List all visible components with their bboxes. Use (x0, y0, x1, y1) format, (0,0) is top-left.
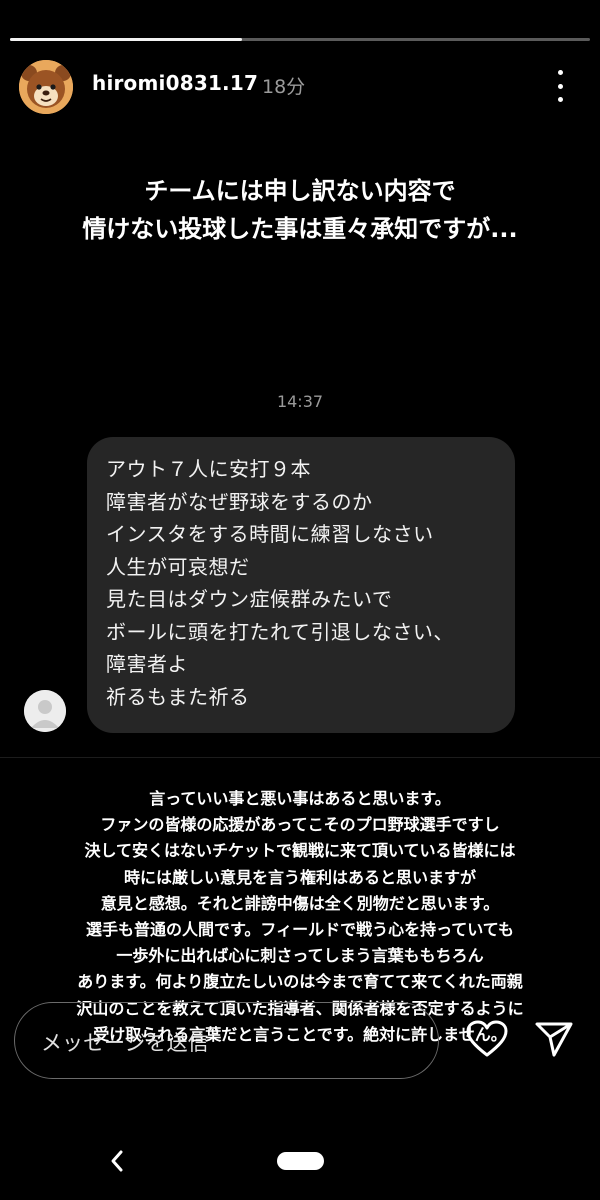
statement-line: 言っていい事と悪い事はあると思います。 (149, 789, 451, 808)
sender-avatar (24, 690, 66, 732)
message-timestamp: 14:37 (276, 392, 324, 411)
message-bubble: アウト７人に安打９本 障害者がなぜ野球をするのか インスタをする時間に練習しなさ… (87, 437, 515, 733)
message-line: ボールに頭を打たれて引退しなさい、 (106, 619, 454, 644)
message-line: 障害者がなぜ野球をするのか (106, 489, 373, 514)
heart-icon[interactable] (466, 1020, 508, 1058)
send-icon[interactable] (534, 1018, 574, 1058)
message-line: 人生が可哀想だ (106, 554, 250, 579)
message-input-placeholder: メッセージを送信 (41, 1031, 209, 1055)
statement-line: 時には厳しい意見を言う権利はあると思いますが (123, 867, 476, 887)
home-indicator[interactable] (277, 1152, 324, 1170)
statement-line: 意見と感想。それと誹謗中傷は全く別物だと思います。 (100, 893, 500, 913)
message-input[interactable]: メッセージを送信 (14, 1002, 439, 1079)
statement-line: 一歩外に出れば心に刺さってしまう言葉ももちろん (116, 946, 484, 966)
message-line: アウト７人に安打９本 (106, 457, 311, 481)
story-time-ago: 18分 (262, 76, 306, 98)
story-heading: チームには申し訳ない内容で 情けない投球した事は重々承知ですが... (0, 172, 600, 248)
statement-line: あります。何より腹立たしいのは今まで育てて来てくれた両親 (77, 972, 523, 992)
more-vertical-icon[interactable] (548, 66, 572, 106)
statement-line: 決して安くはないチケットで観戦に来て頂いている皆様には (84, 841, 516, 861)
message-line: 祈るもまた祈る (106, 684, 250, 709)
statement-line: ファンの皆様の応援があってこそのプロ野球選手ですし (100, 815, 500, 835)
story-heading-line: 情けない投球した事は重々承知ですが... (82, 215, 518, 243)
story-progress-bar (10, 38, 590, 41)
message-line: インスタをする時間に練習しなさい (106, 522, 434, 546)
story-progress-fill (10, 38, 242, 41)
message-line: 障害者よ (106, 652, 188, 676)
statement-line: 選手も普通の人間です。フィールドで戦う心を持っていても (85, 920, 514, 940)
message-line: 見た目はダウン症候群みたいで (106, 587, 393, 611)
back-icon[interactable] (106, 1148, 128, 1174)
story-username[interactable]: hiromi0831.17 (92, 71, 258, 95)
section-divider (0, 757, 600, 758)
profile-avatar[interactable] (19, 60, 73, 114)
story-heading-line: チームには申し訳ない内容で (144, 177, 456, 205)
